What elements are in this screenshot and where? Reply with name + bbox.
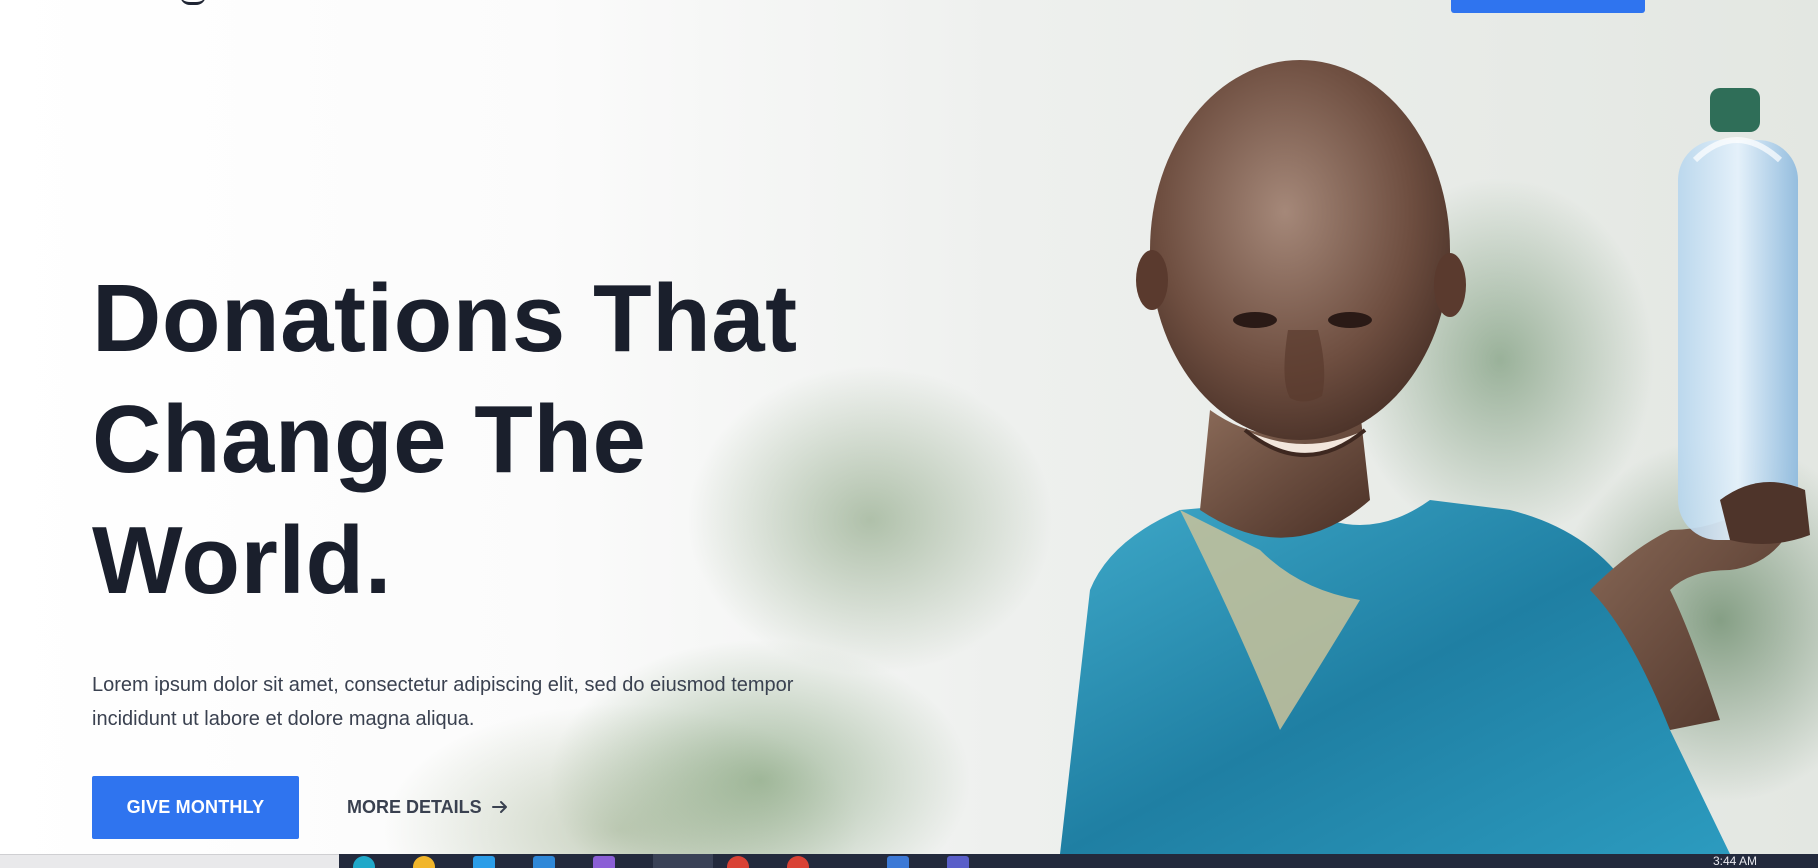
headline-line-3: World. xyxy=(92,507,392,614)
taskbar-active-app[interactable] xyxy=(653,854,713,868)
taskbar-search-area[interactable] xyxy=(0,854,339,868)
folder-icon[interactable] xyxy=(413,856,435,868)
taskbar-clock[interactable]: 3:44 AM xyxy=(1700,854,1770,868)
more-details-label: MORE DETAILS xyxy=(347,796,482,817)
headline-line-2: Change The xyxy=(92,386,647,493)
visual-studio-icon[interactable] xyxy=(593,856,615,868)
mail-icon[interactable] xyxy=(947,856,969,868)
description-line-1: Lorem ipsum dolor sit amet, consectetur … xyxy=(92,674,794,696)
store-icon[interactable] xyxy=(473,856,495,868)
hero-child-image xyxy=(1060,60,1810,854)
hero-description: Lorem ipsum dolor sit amet, consectetur … xyxy=(92,668,882,736)
hero-headline: Donations That Change The World. xyxy=(92,258,892,621)
vscode-icon[interactable] xyxy=(533,856,555,868)
give-monthly-button[interactable]: GIVE MONTHLY xyxy=(92,776,299,839)
description-line-2: incididunt ut labore et dolore magna ali… xyxy=(92,708,475,730)
browser-viewport: Donations That Change The World. Lorem i… xyxy=(0,0,1818,868)
more-details-link[interactable]: MORE DETAILS xyxy=(347,790,508,824)
chrome-icon[interactable] xyxy=(787,856,809,868)
nav-donate-button[interactable] xyxy=(1451,0,1645,13)
arrow-right-icon xyxy=(491,800,508,814)
chrome-icon[interactable] xyxy=(353,856,375,868)
taskbar xyxy=(339,854,1818,868)
chrome-icon[interactable] xyxy=(727,856,749,868)
file-icon[interactable] xyxy=(887,856,909,868)
headline-line-1: Donations That xyxy=(92,265,798,372)
